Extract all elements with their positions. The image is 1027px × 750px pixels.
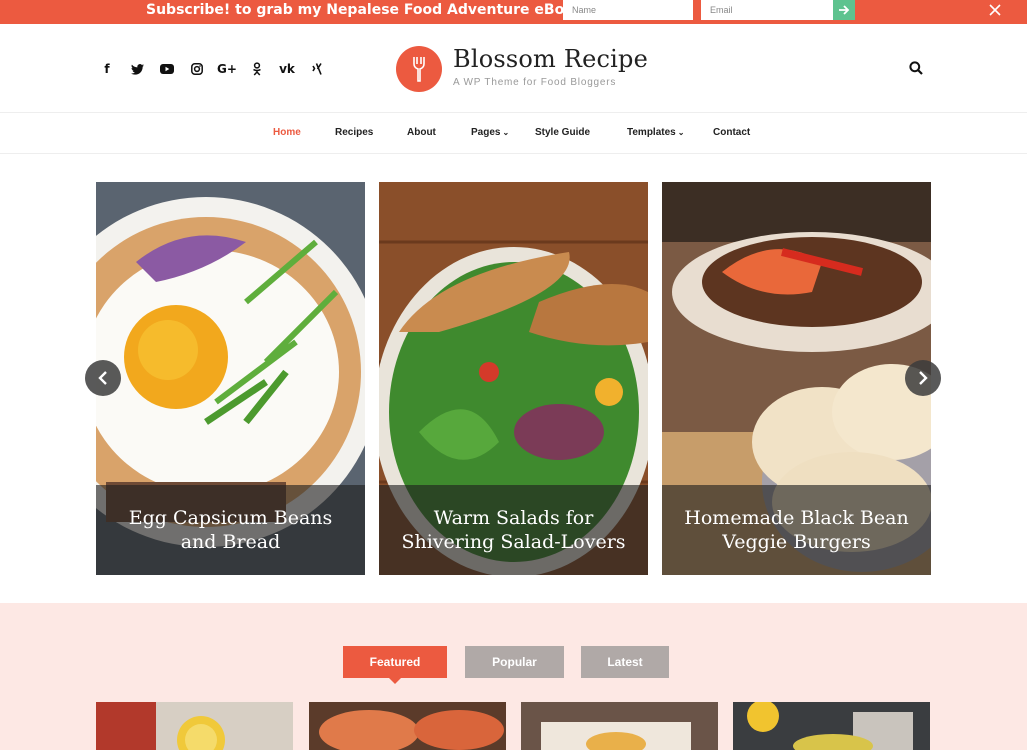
nav-item-pages[interactable]: Pages ⌄ [471, 127, 509, 138]
site-title[interactable]: Blossom Recipe [453, 45, 648, 73]
tab-featured[interactable]: Featured [343, 646, 447, 678]
post-thumbnail[interactable] [96, 702, 293, 750]
site-header: f G+ vk Blossom Recipe A WP Theme for Fo… [0, 24, 1027, 113]
slide-title[interactable]: Homemade Black Bean Veggie Burgers [678, 506, 915, 554]
post-thumbnail[interactable] [309, 702, 506, 750]
slide-title[interactable]: Warm Salads for Shivering Salad-Lovers [395, 506, 632, 554]
post-image [309, 702, 506, 750]
slide-card[interactable]: Homemade Black Bean Veggie Burgers [662, 182, 931, 575]
close-bar-button[interactable] [985, 0, 1005, 20]
fork-icon [413, 57, 425, 82]
slider-next-button[interactable] [905, 360, 941, 396]
close-icon [989, 4, 1001, 16]
nav-item-templates-label: Templates [627, 127, 676, 138]
post-image [521, 702, 718, 750]
chevron-down-icon: ⌄ [502, 128, 510, 137]
slide-caption: Warm Salads for Shivering Salad-Lovers [379, 485, 648, 575]
site-tagline: A WP Theme for Food Bloggers [453, 77, 617, 88]
email-field[interactable] [701, 0, 833, 20]
search-icon [909, 61, 923, 75]
twitter-icon[interactable] [122, 60, 152, 78]
facebook-icon[interactable]: f [92, 60, 122, 78]
nav-item-about[interactable]: About [407, 127, 436, 138]
active-tab-indicator [389, 678, 401, 684]
subscribe-submit-button[interactable] [833, 0, 855, 20]
subscribe-message: Subscribe! to grab my Nepalese Food Adve… [146, 2, 590, 18]
post-image [96, 702, 293, 750]
tab-latest[interactable]: Latest [581, 646, 669, 678]
slide-caption: Egg Capsicum Beans and Bread [96, 485, 365, 575]
slider-prev-button[interactable] [85, 360, 121, 396]
slide-title[interactable]: Egg Capsicum Beans and Bread [112, 506, 349, 554]
slide-card[interactable]: Warm Salads for Shivering Salad-Lovers [379, 182, 648, 575]
xing-icon[interactable] [302, 60, 332, 78]
post-thumbnail[interactable] [733, 702, 930, 750]
odnoklassniki-icon[interactable] [242, 60, 272, 78]
main-navigation: Home Recipes About Pages ⌄ Style Guide Te… [0, 113, 1027, 154]
post-thumbnail[interactable] [521, 702, 718, 750]
arrow-right-icon [839, 5, 850, 15]
chevron-down-icon: ⌄ [677, 128, 685, 137]
search-button[interactable] [909, 61, 925, 77]
nav-item-pages-label: Pages [471, 127, 501, 138]
tab-popular[interactable]: Popular [465, 646, 564, 678]
youtube-icon[interactable] [152, 60, 182, 78]
nav-item-home[interactable]: Home [273, 127, 301, 138]
subscribe-bar: Subscribe! to grab my Nepalese Food Adve… [0, 0, 1027, 24]
nav-item-recipes[interactable]: Recipes [335, 127, 373, 138]
google-plus-icon[interactable]: G+ [212, 60, 242, 78]
nav-item-style-guide[interactable]: Style Guide [535, 127, 590, 138]
chevron-left-icon [98, 371, 107, 385]
slide-caption: Homemade Black Bean Veggie Burgers [662, 485, 931, 575]
name-field[interactable] [563, 0, 693, 20]
instagram-icon[interactable] [182, 60, 212, 78]
chevron-right-icon [919, 371, 928, 385]
nav-item-contact[interactable]: Contact [713, 127, 750, 138]
social-links: f G+ vk [92, 60, 332, 78]
slide-card[interactable]: Egg Capsicum Beans and Bread [96, 182, 365, 575]
vk-icon[interactable]: vk [272, 60, 302, 78]
post-image [733, 702, 930, 750]
nav-item-templates[interactable]: Templates ⌄ [627, 127, 684, 138]
site-logo[interactable] [396, 46, 442, 92]
